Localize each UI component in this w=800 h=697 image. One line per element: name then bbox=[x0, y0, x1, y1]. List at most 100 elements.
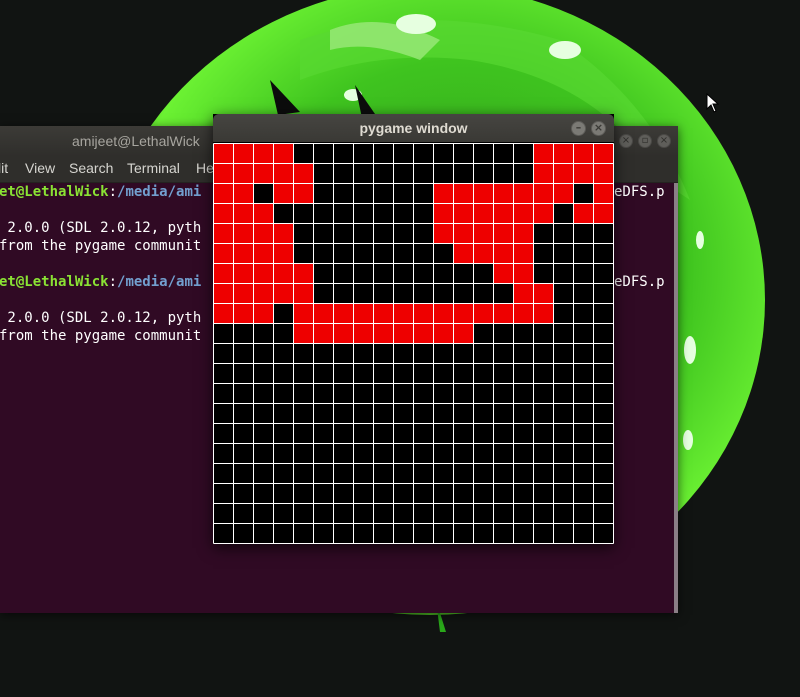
visited-cell bbox=[593, 183, 614, 204]
visited-cell bbox=[513, 303, 534, 324]
visited-cell bbox=[213, 263, 234, 284]
visited-cell bbox=[233, 223, 254, 244]
visited-cell bbox=[513, 223, 534, 244]
visited-cell bbox=[313, 323, 334, 344]
maze-grid-canvas[interactable] bbox=[213, 143, 614, 544]
visited-cell bbox=[273, 143, 294, 164]
visited-cell bbox=[293, 283, 314, 304]
prompt-line: et@LethalWick:/media/ami bbox=[0, 273, 201, 291]
visited-cell bbox=[453, 323, 474, 344]
visited-cell bbox=[493, 243, 514, 264]
visited-cell bbox=[513, 283, 534, 304]
prompt-user: et@LethalWick bbox=[0, 274, 109, 290]
visited-cell bbox=[473, 183, 494, 204]
visited-cell bbox=[213, 243, 234, 264]
visited-cell bbox=[233, 203, 254, 224]
visited-cell bbox=[513, 203, 534, 224]
visited-cell bbox=[373, 323, 394, 344]
visited-cell bbox=[493, 223, 514, 244]
visited-cell bbox=[573, 203, 594, 224]
visited-cell bbox=[293, 163, 314, 184]
visited-cell bbox=[433, 203, 454, 224]
visited-cell bbox=[233, 243, 254, 264]
visited-cell bbox=[533, 303, 554, 324]
visited-cell bbox=[293, 263, 314, 284]
prompt-path: /media/ami bbox=[117, 184, 202, 200]
visited-cell bbox=[233, 303, 254, 324]
visited-cell bbox=[293, 323, 314, 344]
visited-cell bbox=[273, 263, 294, 284]
visited-cell bbox=[593, 163, 614, 184]
visited-cell bbox=[253, 243, 274, 264]
terminal-title: amijeet@LethalWick bbox=[72, 133, 200, 149]
visited-cell bbox=[213, 163, 234, 184]
pygame-titlebar[interactable]: pygame window – × bbox=[213, 114, 614, 142]
visited-cell bbox=[593, 203, 614, 224]
prompt-tail: eDFS.p bbox=[614, 184, 665, 200]
visited-cell bbox=[253, 163, 274, 184]
prompt-user: et@LethalWick bbox=[0, 184, 109, 200]
visited-cell bbox=[473, 223, 494, 244]
output-line: from the pygame communit bbox=[0, 238, 202, 254]
menu-view[interactable]: View bbox=[25, 160, 55, 176]
visited-cell bbox=[473, 203, 494, 224]
visited-cell bbox=[253, 203, 274, 224]
visited-cell bbox=[333, 323, 354, 344]
visited-cell bbox=[493, 303, 514, 324]
visited-cell bbox=[433, 183, 454, 204]
visited-cell bbox=[253, 143, 274, 164]
visited-cell bbox=[413, 303, 434, 324]
output-line: 2.0.0 (SDL 2.0.12, pyth bbox=[0, 220, 202, 236]
visited-cell bbox=[393, 323, 414, 344]
visited-cell bbox=[573, 163, 594, 184]
output-line: 2.0.0 (SDL 2.0.12, pyth bbox=[0, 310, 202, 326]
visited-cell bbox=[453, 223, 474, 244]
visited-cell bbox=[233, 143, 254, 164]
prompt-tail: eDFS.p bbox=[614, 274, 665, 290]
prompt-path: /media/ami bbox=[117, 274, 202, 290]
visited-cell bbox=[353, 323, 374, 344]
output-line: from the pygame communit bbox=[0, 328, 202, 344]
visited-cell bbox=[273, 243, 294, 264]
visited-cell bbox=[533, 163, 554, 184]
visited-cell bbox=[233, 263, 254, 284]
prompt-separator: : bbox=[108, 274, 118, 290]
visited-cell bbox=[493, 183, 514, 204]
visited-cell bbox=[293, 183, 314, 204]
visited-cell bbox=[253, 223, 274, 244]
visited-cell bbox=[493, 263, 514, 284]
visited-cell bbox=[233, 163, 254, 184]
visited-cell bbox=[473, 303, 494, 324]
visited-cell bbox=[273, 223, 294, 244]
visited-cell bbox=[213, 223, 234, 244]
terminal-scrollbar[interactable] bbox=[674, 183, 678, 613]
visited-cell bbox=[453, 303, 474, 324]
menu-edit[interactable]: lit bbox=[0, 160, 8, 176]
visited-cell bbox=[593, 143, 614, 164]
terminal-close-button-icon[interactable]: × bbox=[657, 134, 671, 148]
visited-cell bbox=[413, 323, 434, 344]
visited-cell bbox=[473, 243, 494, 264]
visited-cell bbox=[213, 303, 234, 324]
visited-cell bbox=[253, 283, 274, 304]
prompt-line: et@LethalWick:/media/ami bbox=[0, 183, 201, 201]
visited-cell bbox=[533, 203, 554, 224]
visited-cell bbox=[213, 283, 234, 304]
visited-cell bbox=[213, 143, 234, 164]
close-icon[interactable]: × bbox=[591, 121, 606, 136]
terminal-close-icon[interactable]: × bbox=[619, 134, 633, 148]
menu-terminal[interactable]: Terminal bbox=[127, 160, 180, 176]
visited-cell bbox=[433, 323, 454, 344]
visited-cell bbox=[513, 183, 534, 204]
visited-cell bbox=[553, 163, 574, 184]
menu-search[interactable]: Search bbox=[69, 160, 113, 176]
pygame-window[interactable]: pygame window – × bbox=[213, 114, 614, 544]
visited-cell bbox=[433, 303, 454, 324]
menu-help[interactable]: He bbox=[196, 160, 214, 176]
minimize-icon[interactable]: – bbox=[571, 121, 586, 136]
terminal-maximize-icon[interactable]: ▫ bbox=[638, 134, 652, 148]
visited-cell bbox=[213, 183, 234, 204]
visited-cell bbox=[533, 143, 554, 164]
visited-cell bbox=[313, 303, 334, 324]
mouse-cursor-icon bbox=[706, 93, 720, 113]
